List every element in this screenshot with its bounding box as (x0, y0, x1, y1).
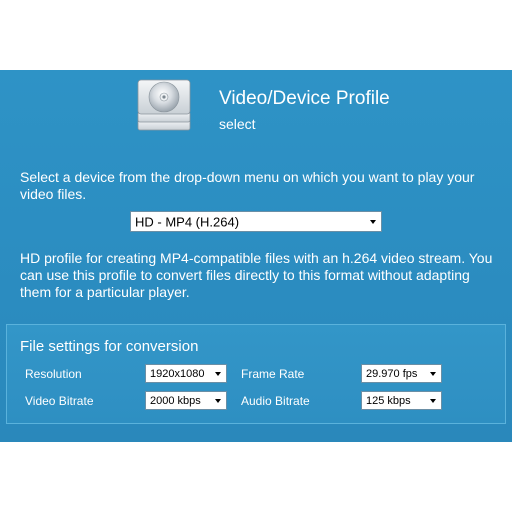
chevron-down-icon (430, 398, 436, 403)
page-title: Video/Device Profile (219, 88, 390, 109)
profile-dropdown-value: HD - MP4 (H.264) (135, 214, 240, 229)
instruction-text: Select a device from the drop-down menu … (20, 169, 475, 202)
profile-dropdown[interactable]: HD - MP4 (H.264) (130, 211, 382, 232)
video-bitrate-dropdown[interactable]: 2000 kbps (145, 391, 227, 410)
chevron-down-icon (370, 219, 376, 224)
audio-bitrate-dropdown[interactable]: 125 kbps (361, 391, 442, 410)
file-settings-title: File settings for conversion (20, 338, 199, 355)
chevron-down-icon (215, 371, 221, 376)
resolution-label: Resolution (25, 367, 82, 381)
chevron-down-icon (215, 398, 221, 403)
audio-bitrate-value: 125 kbps (366, 394, 411, 407)
page-subtitle: select (219, 116, 256, 132)
resolution-value: 1920x1080 (150, 367, 205, 380)
frame-rate-label: Frame Rate (241, 367, 305, 381)
chevron-down-icon (430, 371, 436, 376)
frame-rate-dropdown[interactable]: 29.970 fps (361, 364, 442, 383)
frame-rate-value: 29.970 fps (366, 367, 418, 380)
audio-bitrate-label: Audio Bitrate (241, 394, 310, 408)
disc-stack-icon (137, 79, 191, 131)
profile-description: HD profile for creating MP4-compatible f… (20, 250, 493, 300)
video-bitrate-value: 2000 kbps (150, 394, 201, 407)
video-bitrate-label: Video Bitrate (25, 394, 94, 408)
resolution-dropdown[interactable]: 1920x1080 (145, 364, 227, 383)
